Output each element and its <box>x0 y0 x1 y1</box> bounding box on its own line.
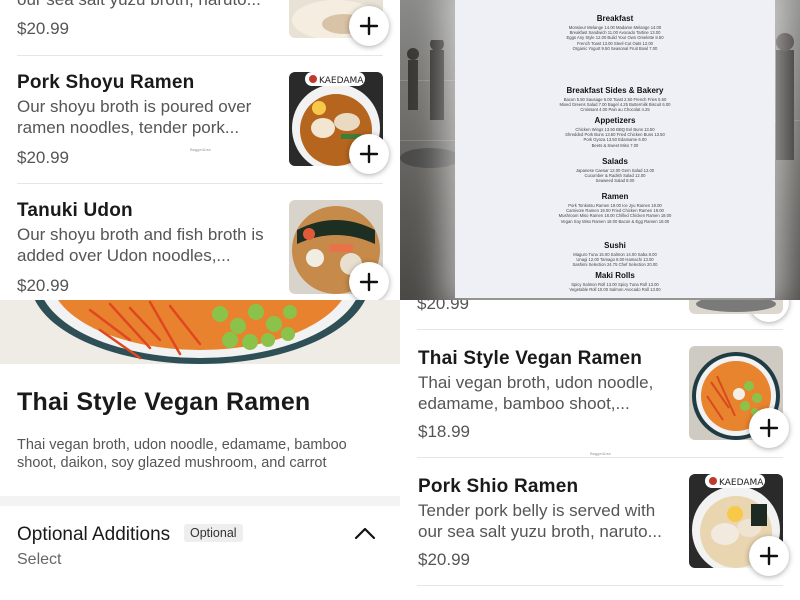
brand-logo-text: KAEDAMA <box>319 76 364 86</box>
menu-item-partial[interactable]: our sea salt yuzu broth, naruto... $20.9… <box>0 0 400 56</box>
item-name: Tanuki Udon <box>17 200 133 221</box>
menu-section-lines: Bacon 5.50 Sausage 6.00 Toast 2.50 Frenc… <box>559 97 671 113</box>
menu-section-title: Maki Rolls <box>595 271 635 280</box>
optional-select-prompt[interactable]: Select <box>17 551 61 569</box>
menu-section-lines: Monsieur Melange 14.00 Madame Melange 14… <box>566 25 664 51</box>
item-name: Thai Style Vegan Ramen <box>418 348 643 369</box>
item-price: $20.99 <box>418 550 470 569</box>
item-price: $20.99 <box>17 148 69 167</box>
optional-badge: Optional <box>184 524 243 542</box>
tiny-footer-text: BaggedUse <box>190 147 211 152</box>
menu-item-pork-shoyu-ramen[interactable]: Pork Shoyu Ramen Our shoyu broth is pour… <box>0 56 400 184</box>
item-description: our sea salt yuzu broth, naruto... <box>17 0 279 10</box>
item-description: Our shoyu broth is poured over ramen noo… <box>17 97 252 137</box>
menu-list-top-left: our sea salt yuzu broth, naruto... $20.9… <box>0 0 400 300</box>
item-description: Our shoyu broth and fish broth is added … <box>17 225 264 265</box>
menu-board-photo: Breakfast Monsieur Melange 14.00 Madame … <box>400 0 800 300</box>
menu-list-bottom-right: $20.99 Thai Style Vegan Ramen Thai vegan… <box>400 300 800 600</box>
menu-section-title: Breakfast Sides & Bakery <box>566 86 664 95</box>
brand-logo-text: KAEDAMA <box>719 478 764 488</box>
item-price: $20.99 <box>17 276 69 295</box>
people-silhouettes-left <box>400 40 460 168</box>
add-item-button[interactable] <box>349 134 389 174</box>
item-name: Pork Shio Ramen <box>418 476 579 497</box>
plus-icon <box>359 272 379 292</box>
menu-section-lines: Spicy Salmon Roll 13.00 Spicy Tuna Roll … <box>569 282 661 293</box>
item-name: Pork Shoyu Ramen <box>17 72 195 93</box>
tiny-footer-text: BaggedUse <box>590 451 611 456</box>
add-item-button[interactable] <box>749 536 789 576</box>
item-image <box>689 300 783 314</box>
plus-icon <box>759 546 779 566</box>
item-hero-image <box>0 300 400 364</box>
menu-section-title: Breakfast <box>596 14 634 23</box>
menu-item-pork-shio-ramen[interactable]: Pork Shio Ramen Tender pork belly is ser… <box>400 458 800 600</box>
plus-icon <box>759 418 779 438</box>
item-detail-panel: Thai Style Vegan Ramen Thai vegan broth,… <box>0 300 400 600</box>
add-item-button[interactable] <box>349 6 389 46</box>
menu-item-tanuki-udon[interactable]: Tanuki Udon Our shoyu broth and fish bro… <box>0 184 400 300</box>
menu-board: Breakfast Monsieur Melange 14.00 Madame … <box>455 0 775 298</box>
menu-item-partial[interactable]: $20.99 <box>400 300 800 330</box>
menu-section-lines: Japanese Caesar 12.00 Gem Salad 12.00 Cu… <box>575 168 655 184</box>
menu-section-lines: Maguro Tuna 15.00 Salmon 14.00 Saba 8.00… <box>572 252 658 268</box>
item-title: Thai Style Vegan Ramen <box>17 388 311 416</box>
add-item-button[interactable] <box>749 408 789 448</box>
item-description: Thai vegan broth, udon noodle, edamame, … <box>17 437 347 471</box>
item-description: Tender pork belly is served with our sea… <box>418 501 662 541</box>
chevron-up-icon[interactable] <box>354 526 376 540</box>
menu-section-title: Ramen <box>601 192 629 201</box>
item-price: $20.99 <box>17 19 69 38</box>
menu-section-title: Salads <box>602 157 628 166</box>
menu-item-thai-style-vegan-ramen[interactable]: Thai Style Vegan Ramen Thai vegan broth,… <box>400 330 800 458</box>
menu-section-title: Sushi <box>604 241 626 250</box>
plus-icon <box>359 144 379 164</box>
menu-section-title: Appetizers <box>594 116 636 125</box>
item-description: Thai vegan broth, udon noodle, edamame, … <box>418 373 654 413</box>
menu-section-lines: Chicken Wings 13.50 BBQ Eel Buns 13.50 S… <box>565 127 665 148</box>
item-price: $20.99 <box>417 300 469 313</box>
plus-icon <box>359 16 379 36</box>
optional-additions-title[interactable]: Optional Additions <box>17 524 170 546</box>
menu-section-lines: Pork Tonkotsu Ramen 19.00 Ice Jyu Ramen … <box>558 203 672 224</box>
item-price: $18.99 <box>418 422 470 441</box>
section-divider <box>0 496 400 506</box>
add-item-button[interactable] <box>349 262 389 300</box>
